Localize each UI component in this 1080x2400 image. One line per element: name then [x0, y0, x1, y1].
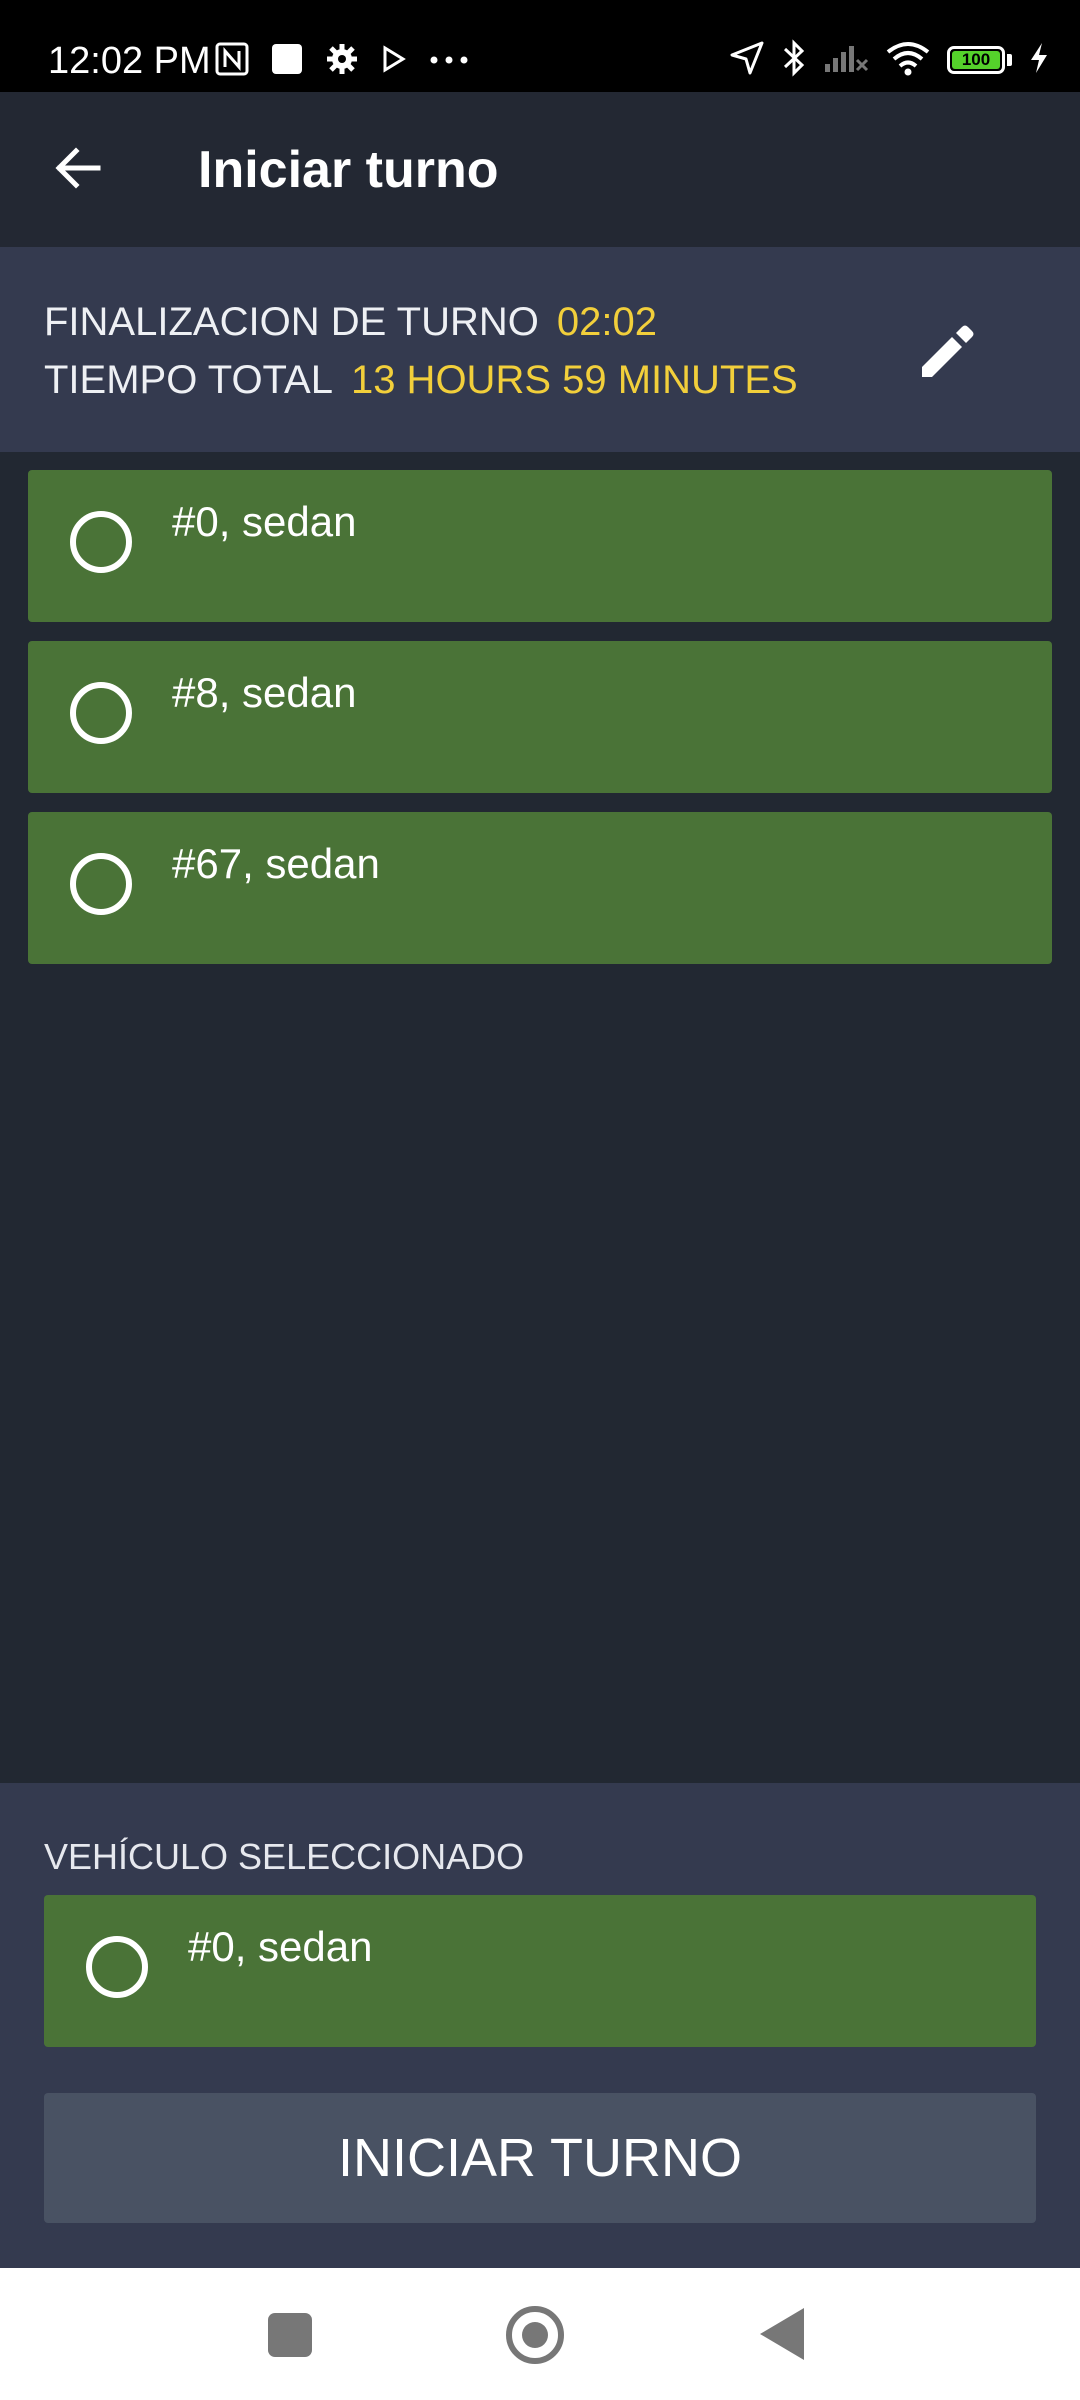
- radio-button-icon: [70, 511, 132, 573]
- vehicle-item-0[interactable]: #0, sedan: [28, 470, 1052, 622]
- battery-icon: 100: [947, 46, 1012, 74]
- shift-total-label: TIEMPO TOTAL: [44, 358, 333, 402]
- more-dots-icon: [429, 52, 469, 70]
- location-icon: [729, 40, 765, 81]
- radio-button-icon: [86, 1936, 148, 1998]
- page-title: Iniciar turno: [198, 141, 499, 199]
- nfc-icon: [215, 42, 249, 81]
- status-left-icons: [215, 38, 469, 84]
- vehicle-label: #8, sedan: [172, 669, 357, 716]
- selected-vehicle-label: #0, sedan: [188, 1923, 373, 1970]
- square-icon: [271, 43, 303, 80]
- bluetooth-icon: [781, 38, 807, 83]
- charging-icon: [1028, 41, 1050, 80]
- system-nav-bar: [0, 2268, 1080, 2400]
- battery-level: 100: [952, 50, 1000, 69]
- wifi-icon: [885, 40, 931, 81]
- radio-button-icon: [70, 853, 132, 915]
- back-triangle-icon[interactable]: [760, 2308, 804, 2360]
- pencil-icon: [922, 325, 974, 377]
- radio-button-icon: [70, 682, 132, 744]
- shift-info-panel: FINALIZACION DE TURNO 02:02 TIEMPO TOTAL 1…: [0, 247, 1080, 452]
- selected-vehicle-panel: VEHÍCULO SELECCIONADO #0, sedan INICIAR …: [0, 1783, 1080, 2268]
- start-shift-button[interactable]: INICIAR TURNO: [44, 2093, 1036, 2223]
- status-right-icons: 100: [729, 36, 1050, 84]
- recent-apps-icon[interactable]: [268, 2313, 312, 2357]
- selected-vehicle-title: VEHÍCULO SELECCIONADO: [44, 1836, 525, 1877]
- shift-total-value: 13 HOURS 59 MINUTES: [350, 358, 798, 402]
- signal-icon: [823, 42, 869, 79]
- play-icon: [381, 44, 407, 79]
- app-bar: Iniciar turno: [0, 92, 1080, 247]
- arrow-back-icon: [55, 147, 101, 189]
- status-time: 12:02 PM: [48, 40, 211, 82]
- vehicle-label: #67, sedan: [172, 840, 380, 887]
- status-bar: 12:02 PM 100: [0, 0, 1080, 92]
- home-icon[interactable]: [506, 2306, 564, 2364]
- edit-shift-button[interactable]: [910, 317, 982, 389]
- vehicle-item-67[interactable]: #67, sedan: [28, 812, 1052, 964]
- shift-end-value: 02:02: [556, 300, 657, 344]
- selected-vehicle-card[interactable]: #0, sedan: [44, 1895, 1036, 2047]
- vehicle-item-8[interactable]: #8, sedan: [28, 641, 1052, 793]
- vehicle-label: #0, sedan: [172, 498, 357, 545]
- back-button[interactable]: [48, 138, 108, 198]
- shift-total-row: TIEMPO TOTAL 13 HOURS 59 MINUTES: [44, 355, 798, 405]
- shift-end-label: FINALIZACION DE TURNO: [44, 300, 539, 344]
- gear-icon: [325, 42, 359, 81]
- shift-end-row: FINALIZACION DE TURNO 02:02: [44, 297, 657, 347]
